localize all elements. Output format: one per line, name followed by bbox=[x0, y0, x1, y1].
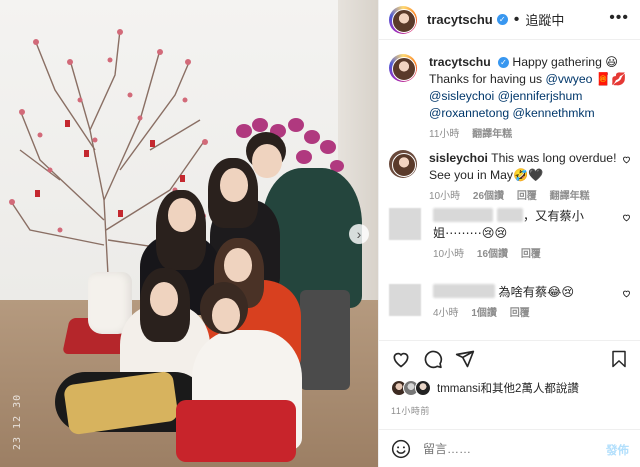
blurred-username[interactable] bbox=[433, 284, 495, 298]
commenter-username[interactable]: sisleychoi bbox=[429, 151, 488, 165]
comment-likes[interactable]: 16個讚 bbox=[477, 249, 508, 260]
translate-link[interactable]: 翻譯年糕 bbox=[472, 129, 512, 140]
mention-link[interactable]: @roxannetong bbox=[429, 106, 509, 120]
orchid-flower bbox=[288, 118, 304, 132]
more-options-icon[interactable]: ••• bbox=[609, 9, 629, 27]
author-avatar[interactable] bbox=[389, 5, 417, 34]
mention-link[interactable]: @kennethmkm bbox=[513, 106, 595, 120]
post-header: tracytschu ✓ • 追蹤中 ••• bbox=[379, 0, 640, 40]
blurred-avatar[interactable] bbox=[389, 208, 421, 240]
mention-link[interactable]: @sisleychoi bbox=[429, 89, 494, 103]
paper-plane-icon[interactable] bbox=[455, 349, 475, 369]
comment-text: 為啥有蔡😂😢 bbox=[498, 285, 575, 299]
mention-link[interactable]: @jenniferjshum bbox=[498, 89, 583, 103]
mention-link[interactable]: @vwyeo bbox=[546, 72, 593, 86]
blurred-text bbox=[497, 208, 523, 222]
caption-username[interactable]: tracytschu bbox=[429, 55, 491, 69]
reply-button[interactable]: 回覆 bbox=[510, 308, 530, 319]
post-comment-button[interactable]: 發佈 bbox=[606, 442, 629, 458]
comment-likes[interactable]: 1個讚 bbox=[471, 308, 497, 319]
commenter-avatar[interactable] bbox=[389, 150, 417, 178]
verified-badge-icon: ✓ bbox=[498, 57, 510, 68]
red-cushion bbox=[176, 400, 296, 462]
orchid-flower bbox=[296, 150, 312, 164]
chevron-right-icon: › bbox=[356, 226, 362, 242]
likes-summary[interactable]: tmmansi和其他2萬人都說讚 bbox=[391, 380, 579, 396]
blurred-avatar[interactable] bbox=[389, 284, 421, 316]
heart-icon[interactable] bbox=[391, 349, 411, 369]
smile-icon[interactable] bbox=[391, 439, 411, 459]
caption-time: 11小時 bbox=[429, 129, 460, 140]
comment-composer: 發佈 bbox=[379, 429, 640, 467]
comment-time: 10小時 bbox=[433, 249, 465, 260]
comment-item: 為啥有蔡😂😢 4小時 1個讚 回覆 bbox=[389, 284, 637, 322]
comment-time: 4小時 bbox=[433, 308, 459, 319]
verified-badge-icon: ✓ bbox=[496, 14, 508, 25]
reply-button[interactable]: 回覆 bbox=[517, 191, 537, 202]
heart-icon[interactable] bbox=[622, 155, 631, 164]
photo-date-stamp: 23 12 30 bbox=[12, 393, 23, 450]
caption-line1: Happy gathering 😃 bbox=[512, 55, 618, 69]
next-photo-button[interactable]: › bbox=[349, 224, 369, 244]
post-photo[interactable]: 23 12 30 › bbox=[0, 0, 378, 467]
comment-item: sisleychoi This was long overdue! See yo… bbox=[389, 150, 637, 205]
reply-button[interactable]: 回覆 bbox=[521, 249, 541, 260]
caption-emoji: 🧧💋 bbox=[592, 72, 627, 86]
caption-line2: Thanks for having us bbox=[429, 72, 546, 86]
orchid-flower bbox=[236, 124, 252, 138]
post-side-panel: tracytschu ✓ • 追蹤中 ••• tracytschu ✓ Happ… bbox=[378, 0, 640, 467]
bookmark-icon[interactable] bbox=[610, 349, 628, 369]
liker-avatar bbox=[415, 380, 431, 396]
heart-icon[interactable] bbox=[622, 213, 631, 222]
likes-count-text: tmmansi和其他2萬人都說讚 bbox=[437, 383, 579, 395]
post-caption: tracytschu ✓ Happy gathering 😃 Thanks fo… bbox=[389, 54, 635, 143]
heart-icon[interactable] bbox=[622, 289, 631, 298]
comment-likes[interactable]: 26個讚 bbox=[473, 191, 504, 202]
comment-icon[interactable] bbox=[423, 349, 443, 369]
post-time-ago: 11小時前 bbox=[391, 406, 430, 416]
separator-dot: • bbox=[513, 10, 520, 28]
comment-time: 10小時 bbox=[429, 191, 461, 202]
comment-input[interactable] bbox=[423, 441, 573, 456]
comment-item: ，又有蔡小姐⋯⋯⋯😢😢 10小時 16個讚 回覆 bbox=[389, 208, 637, 263]
orchid-flower bbox=[320, 140, 336, 154]
caption-avatar[interactable] bbox=[389, 54, 417, 82]
orchid-flower bbox=[304, 130, 320, 144]
blurred-username[interactable] bbox=[433, 208, 493, 222]
following-button[interactable]: 追蹤中 bbox=[525, 10, 564, 29]
post-action-bar bbox=[379, 340, 640, 376]
orchid-flower bbox=[252, 118, 268, 132]
translate-link[interactable]: 翻譯年糕 bbox=[550, 191, 590, 202]
author-username[interactable]: tracytschu bbox=[427, 12, 493, 27]
